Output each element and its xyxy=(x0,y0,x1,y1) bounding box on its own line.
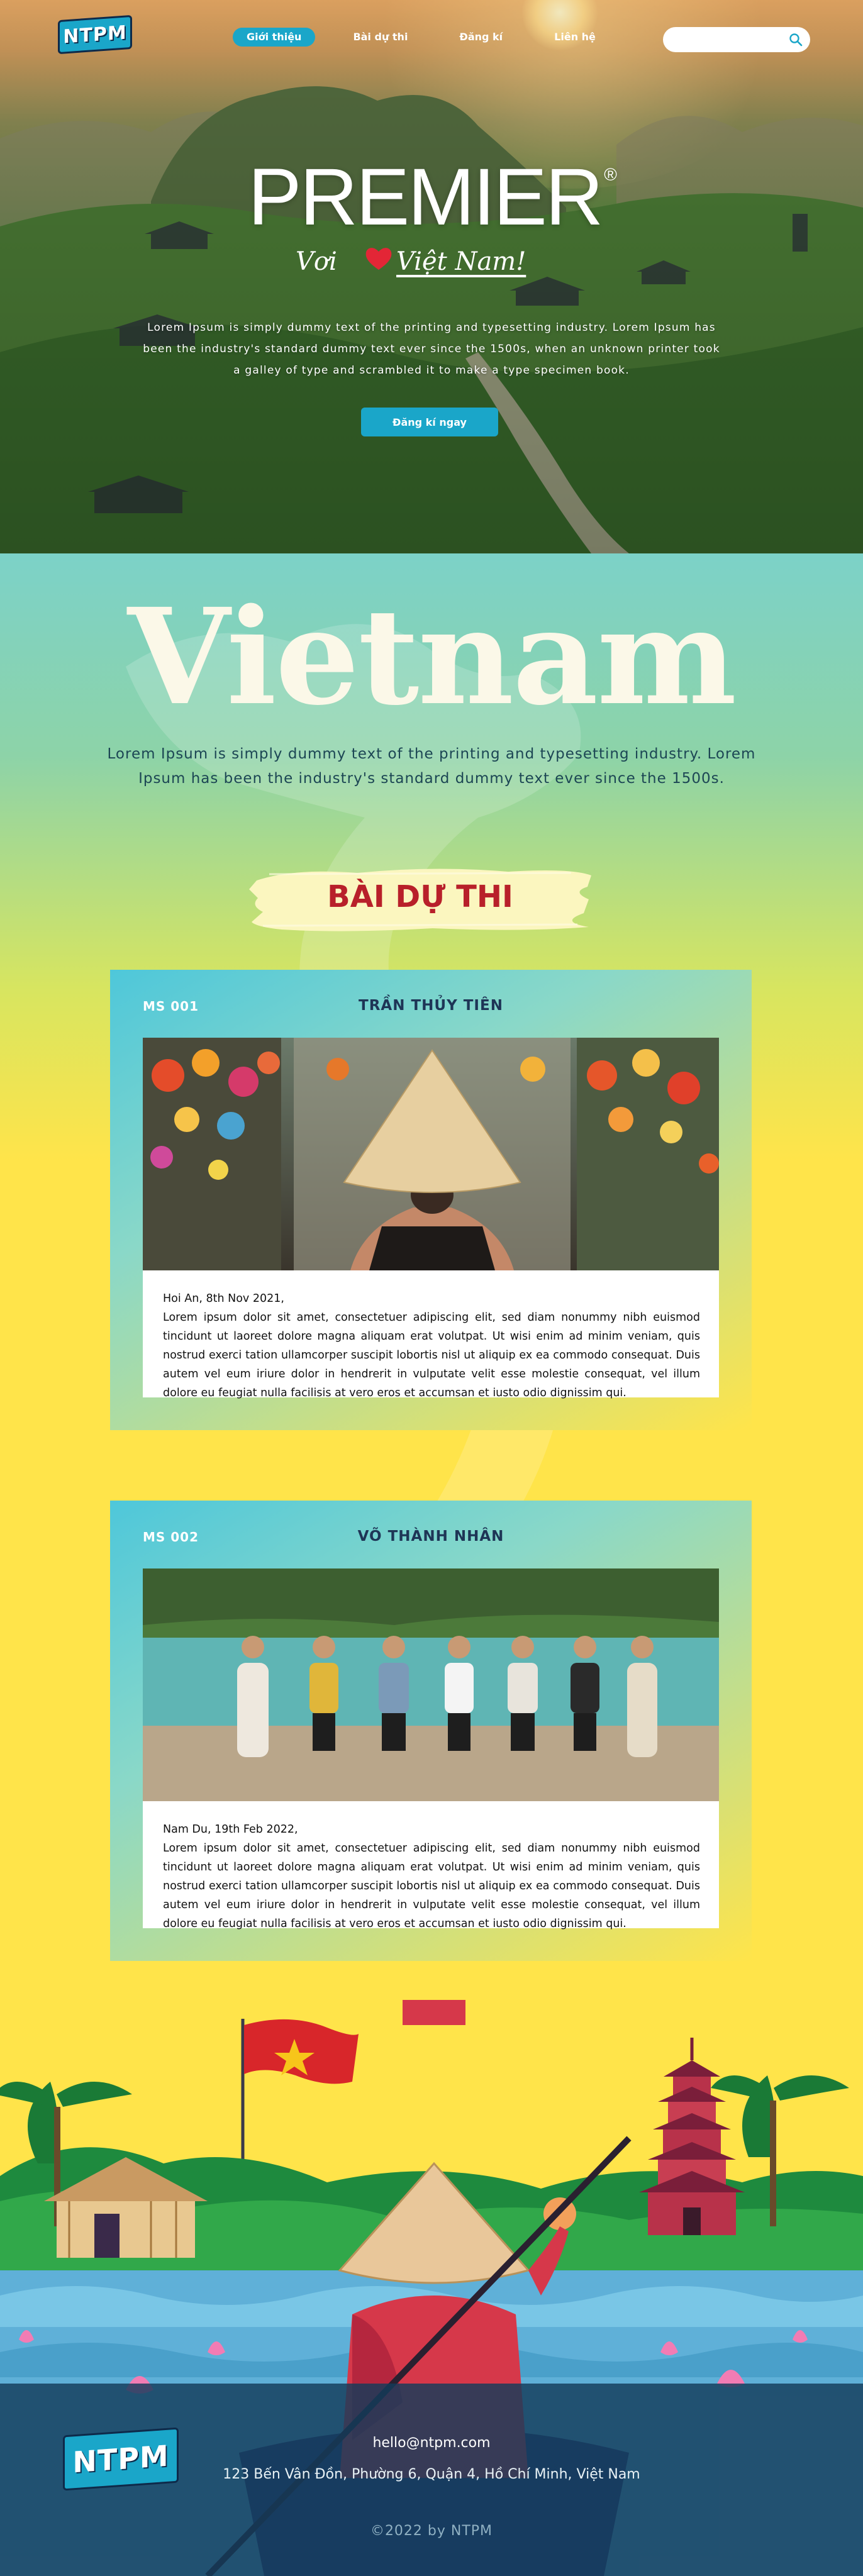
search-icon[interactable] xyxy=(789,33,803,47)
tagline-country: Việt Nam! xyxy=(396,247,526,276)
hoi-an-lantern-photo xyxy=(143,1038,719,1270)
entries-section: Vietnam Lorem Ipsum is simply dummy text… xyxy=(0,553,863,2054)
tagline-pre: Vơi xyxy=(296,247,337,276)
entry-card[interactable]: MS 001 TRẦN THỦY TIÊN Hoi An, 8th Nov 20… xyxy=(110,970,752,1430)
footer: NTPM hello@ntpm.com 123 Bến Vân Đồn, Phư… xyxy=(0,2384,863,2576)
entry-body: Lorem ipsum dolor sit amet, consectetuer… xyxy=(163,1311,700,1399)
heart-icon xyxy=(365,248,392,270)
search-input[interactable] xyxy=(673,27,786,52)
entry-card[interactable]: MS 002 VÕ THÀNH NHÂN Nam Du, 19th Feb 20… xyxy=(110,1501,752,1961)
section-banner: BÀI DỰ THI xyxy=(244,862,596,937)
footer-email-link[interactable]: hello@ntpm.com xyxy=(0,2435,863,2451)
nav-item-lien-he[interactable]: Liên hệ xyxy=(540,28,610,47)
entry-photo xyxy=(143,1568,719,1801)
hero-description: Lorem Ipsum is simply dummy text of the … xyxy=(143,321,720,377)
search-box xyxy=(663,27,810,52)
footer-address: 123 Bến Vân Đồn, Phường 6, Quận 4, Hồ Ch… xyxy=(223,2467,640,2482)
footer-copyright: ©2022 by NTPM xyxy=(370,2523,493,2539)
intro-description: Lorem Ipsum is simply dummy text of the … xyxy=(107,746,756,787)
registered-mark: ® xyxy=(604,165,617,184)
hero-section: NTPM Giới thiệu Bài dự thi Đăng kí Liên … xyxy=(0,0,863,553)
nav-item-dang-ki[interactable]: Đăng kí xyxy=(445,28,516,47)
entry-text-card: Nam Du, 19th Feb 2022, Lorem ipsum dolor… xyxy=(143,1801,719,1930)
entry-date: Nam Du, 19th Feb 2022, xyxy=(163,1823,298,1836)
country-title: Vietnam xyxy=(127,579,737,735)
entry-date: Hoi An, 8th Nov 2021, xyxy=(163,1292,284,1305)
nam-du-beach-group-photo xyxy=(143,1568,719,1801)
top-navigation-bar: NTPM Giới thiệu Bài dự thi Đăng kí Liên … xyxy=(0,0,863,75)
entry-body: Lorem ipsum dolor sit amet, consectetuer… xyxy=(163,1842,700,1930)
register-now-button[interactable]: Đăng kí ngay xyxy=(361,408,498,436)
ntpm-logo[interactable]: NTPM xyxy=(58,14,132,55)
nav-item-gioi-thieu[interactable]: Giới thiệu xyxy=(233,28,316,47)
brand-title: PREMIER ® xyxy=(248,152,617,242)
brand-block: PREMIER ® xyxy=(0,157,863,238)
entry-author: VÕ THÀNH NHÂN xyxy=(357,1528,504,1545)
section-title: BÀI DỰ THI xyxy=(327,879,513,914)
tagline: Vơi Việt Nam! xyxy=(296,242,572,286)
entry-photo xyxy=(143,1038,719,1270)
entry-text-card: Hoi An, 8th Nov 2021, Lorem ipsum dolor … xyxy=(143,1270,719,1399)
main-nav: Giới thiệu Bài dự thi Đăng kí Liên hệ xyxy=(233,28,633,47)
nav-item-bai-du-thi[interactable]: Bài dự thi xyxy=(339,28,421,47)
entry-author: TRẦN THỦY TIÊN xyxy=(359,997,503,1014)
